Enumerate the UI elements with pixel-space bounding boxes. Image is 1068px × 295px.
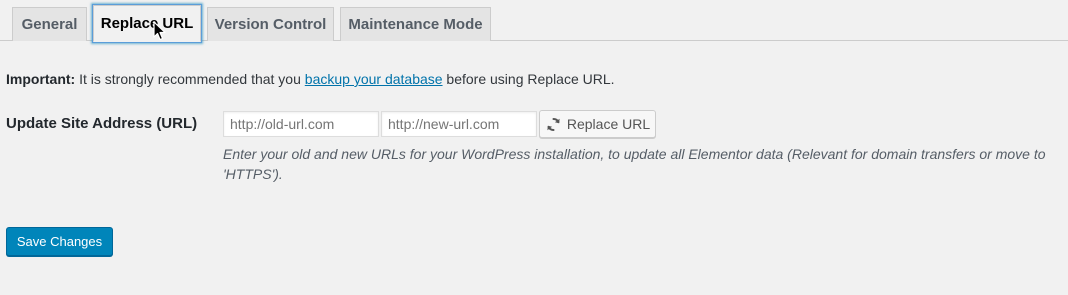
tab-replace-url[interactable]: Replace URL bbox=[93, 5, 201, 42]
backup-notice: Important: It is strongly recommended th… bbox=[6, 71, 615, 87]
mouse-cursor-icon bbox=[153, 21, 166, 41]
tab-version-control[interactable]: Version Control bbox=[207, 7, 334, 41]
replace-url-button[interactable]: Replace URL bbox=[539, 110, 656, 138]
new-url-input[interactable] bbox=[381, 111, 537, 137]
backup-database-link[interactable]: backup your database bbox=[305, 71, 443, 87]
replace-url-button-label: Replace URL bbox=[566, 116, 651, 132]
old-url-input[interactable] bbox=[223, 111, 379, 137]
notice-text-after: before using Replace URL. bbox=[442, 71, 615, 87]
refresh-icon bbox=[547, 117, 560, 131]
notice-text-before: It is strongly recommended that you bbox=[75, 71, 305, 87]
save-changes-button[interactable]: Save Changes bbox=[6, 227, 113, 256]
notice-important-label: Important: bbox=[6, 71, 76, 87]
tab-maintenance-mode[interactable]: Maintenance Mode bbox=[340, 7, 491, 41]
update-site-address-label: Update Site Address (URL) bbox=[6, 115, 198, 132]
settings-page: General Replace URL Version Control Main… bbox=[0, 0, 1068, 295]
replace-url-description: Enter your old and new URLs for your Wor… bbox=[223, 146, 1046, 182]
tab-general[interactable]: General bbox=[12, 7, 87, 41]
